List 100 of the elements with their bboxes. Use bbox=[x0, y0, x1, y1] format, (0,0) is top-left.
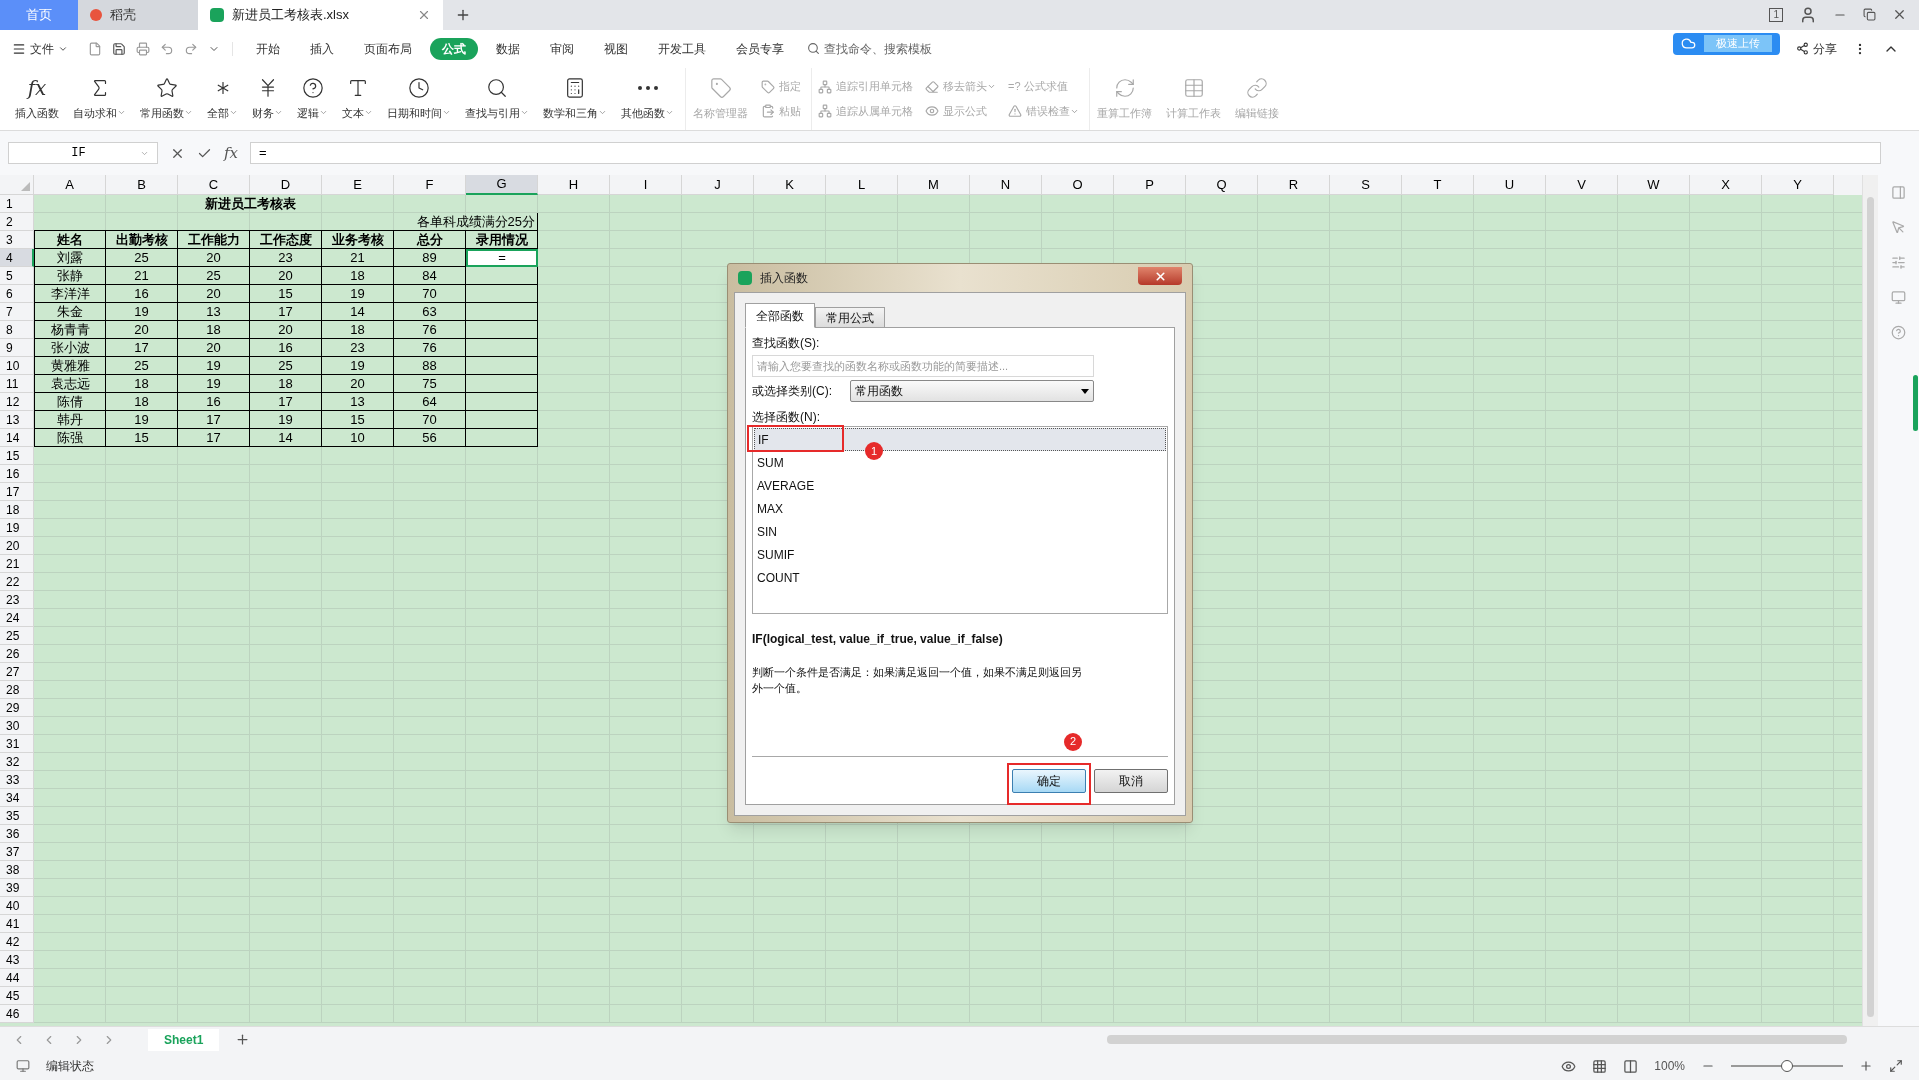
menu-tab[interactable]: 会员专享 bbox=[724, 37, 796, 60]
menu-tab[interactable]: 数据 bbox=[484, 37, 532, 60]
ribbon-button[interactable]: 其他函数 bbox=[614, 67, 681, 131]
function-item[interactable]: AVERAGE bbox=[754, 474, 818, 497]
function-icon[interactable]: fx bbox=[224, 141, 238, 165]
result-cell[interactable] bbox=[466, 285, 538, 304]
column-header[interactable]: E bbox=[322, 175, 394, 196]
row-header[interactable]: 29 bbox=[0, 699, 34, 718]
dialog-tab[interactable]: 全部函数 bbox=[745, 303, 815, 328]
row-header[interactable]: 4 bbox=[0, 249, 34, 268]
row-header[interactable]: 34 bbox=[0, 789, 34, 808]
column-header[interactable]: R bbox=[1258, 175, 1330, 196]
document-tab[interactable]: 稻壳 bbox=[78, 0, 198, 30]
row-header[interactable]: 14 bbox=[0, 429, 34, 448]
column-header[interactable]: L bbox=[826, 175, 898, 196]
file-menu[interactable]: 文件 bbox=[12, 39, 76, 58]
category-select[interactable]: 常用函数 bbox=[850, 380, 1094, 402]
column-header[interactable]: U bbox=[1474, 175, 1546, 196]
row-header[interactable]: 12 bbox=[0, 393, 34, 412]
row-header[interactable]: 45 bbox=[0, 987, 34, 1006]
ribbon-button[interactable]: 查找与引用 bbox=[458, 67, 536, 131]
row-header[interactable]: 43 bbox=[0, 951, 34, 970]
column-header[interactable]: K bbox=[754, 175, 826, 196]
macro-icon[interactable] bbox=[16, 1059, 30, 1074]
row-header[interactable]: 36 bbox=[0, 825, 34, 844]
row-header[interactable]: 6 bbox=[0, 285, 34, 304]
dialog-button[interactable]: 取消 bbox=[1094, 768, 1168, 793]
dialog-button[interactable]: 确定 bbox=[1012, 768, 1086, 793]
result-cell[interactable] bbox=[466, 339, 538, 358]
row-header[interactable]: 8 bbox=[0, 321, 34, 340]
row-header[interactable]: 27 bbox=[0, 663, 34, 682]
menu-tab[interactable]: 审阅 bbox=[538, 37, 586, 60]
print-icon[interactable] bbox=[136, 41, 150, 56]
row-header[interactable]: 7 bbox=[0, 303, 34, 322]
column-header[interactable]: G bbox=[466, 175, 538, 196]
page-view-icon[interactable] bbox=[1623, 1058, 1639, 1074]
ribbon-button[interactable]: 数学和三角 bbox=[536, 67, 614, 131]
restore-icon[interactable] bbox=[1863, 8, 1876, 22]
function-item[interactable]: COUNT bbox=[754, 566, 803, 589]
row-header[interactable]: 20 bbox=[0, 537, 34, 556]
function-item[interactable]: SUMIF bbox=[754, 543, 798, 566]
row-header[interactable]: 40 bbox=[0, 897, 34, 916]
row-header[interactable]: 15 bbox=[0, 447, 34, 466]
row-header[interactable]: 37 bbox=[0, 843, 34, 862]
name-box[interactable]: IF bbox=[8, 142, 158, 165]
zoom-in-icon[interactable] bbox=[1859, 1059, 1873, 1074]
scrollbar-thumb[interactable] bbox=[1867, 197, 1874, 1018]
column-header[interactable]: W bbox=[1618, 175, 1690, 196]
menu-tab[interactable]: 页面布局 bbox=[352, 37, 424, 60]
row-header[interactable]: 38 bbox=[0, 861, 34, 880]
ribbon-button[interactable]: 文本 bbox=[335, 67, 380, 131]
function-item[interactable]: MAX bbox=[754, 497, 786, 520]
row-header[interactable]: 30 bbox=[0, 717, 34, 736]
row-header[interactable]: 26 bbox=[0, 645, 34, 664]
formula-field[interactable]: = bbox=[250, 142, 1881, 165]
column-header[interactable]: B bbox=[106, 175, 178, 196]
column-header[interactable]: N bbox=[970, 175, 1042, 196]
column-header[interactable]: J bbox=[682, 175, 754, 196]
ribbon-button[interactable]: 全部 bbox=[200, 67, 245, 131]
menu-tab[interactable]: 视图 bbox=[592, 37, 640, 60]
row-header[interactable]: 41 bbox=[0, 915, 34, 934]
command-search[interactable]: 查找命令、搜索模板 bbox=[807, 39, 932, 58]
column-header[interactable]: O bbox=[1042, 175, 1114, 196]
menu-tab[interactable]: 开始 bbox=[244, 37, 292, 60]
row-header[interactable]: 22 bbox=[0, 573, 34, 592]
row-header[interactable]: 24 bbox=[0, 609, 34, 628]
result-cell[interactable] bbox=[466, 411, 538, 430]
new-icon[interactable] bbox=[88, 41, 102, 56]
ribbon-button[interactable]: 常用函数 bbox=[133, 67, 200, 131]
function-search-field[interactable]: 请输入您要查找的函数名称或函数功能的简要描述... bbox=[752, 355, 1094, 377]
ribbon-button[interactable]: 财务 bbox=[245, 67, 290, 131]
ribbon-button[interactable]: 逻辑 bbox=[290, 67, 335, 131]
column-header[interactable]: Y bbox=[1762, 175, 1834, 196]
save-icon[interactable] bbox=[112, 41, 126, 56]
column-header[interactable]: V bbox=[1546, 175, 1618, 196]
undo-icon[interactable] bbox=[160, 41, 174, 56]
column-header[interactable]: M bbox=[898, 175, 970, 196]
row-header[interactable]: 28 bbox=[0, 681, 34, 700]
fullscreen-icon[interactable] bbox=[1889, 1059, 1903, 1074]
function-item[interactable]: SIN bbox=[754, 520, 780, 543]
row-header[interactable]: 35 bbox=[0, 807, 34, 826]
row-header[interactable]: 19 bbox=[0, 519, 34, 538]
column-header[interactable]: P bbox=[1114, 175, 1186, 196]
ribbon-button[interactable]: 自动求和 bbox=[66, 67, 133, 131]
column-header[interactable]: S bbox=[1330, 175, 1402, 196]
row-header[interactable]: 46 bbox=[0, 1005, 34, 1024]
ribbon-button[interactable]: fx 插入函数 bbox=[8, 67, 66, 131]
row-header[interactable]: 16 bbox=[0, 465, 34, 484]
row-header[interactable]: 11 bbox=[0, 375, 34, 394]
eye-icon[interactable] bbox=[1561, 1058, 1577, 1074]
function-item[interactable]: SUM bbox=[754, 451, 787, 474]
row-header[interactable]: 23 bbox=[0, 591, 34, 610]
result-cell[interactable]: = bbox=[466, 249, 538, 268]
result-cell[interactable] bbox=[466, 375, 538, 394]
horizontal-scrollbar[interactable] bbox=[1107, 1035, 1847, 1045]
share-button[interactable]: 分享 bbox=[1796, 39, 1837, 58]
ribbon-button[interactable]: 日期和时间 bbox=[380, 67, 458, 131]
column-header[interactable]: X bbox=[1690, 175, 1762, 196]
window-count-badge[interactable]: 1 bbox=[1769, 7, 1783, 22]
row-header[interactable]: 31 bbox=[0, 735, 34, 754]
